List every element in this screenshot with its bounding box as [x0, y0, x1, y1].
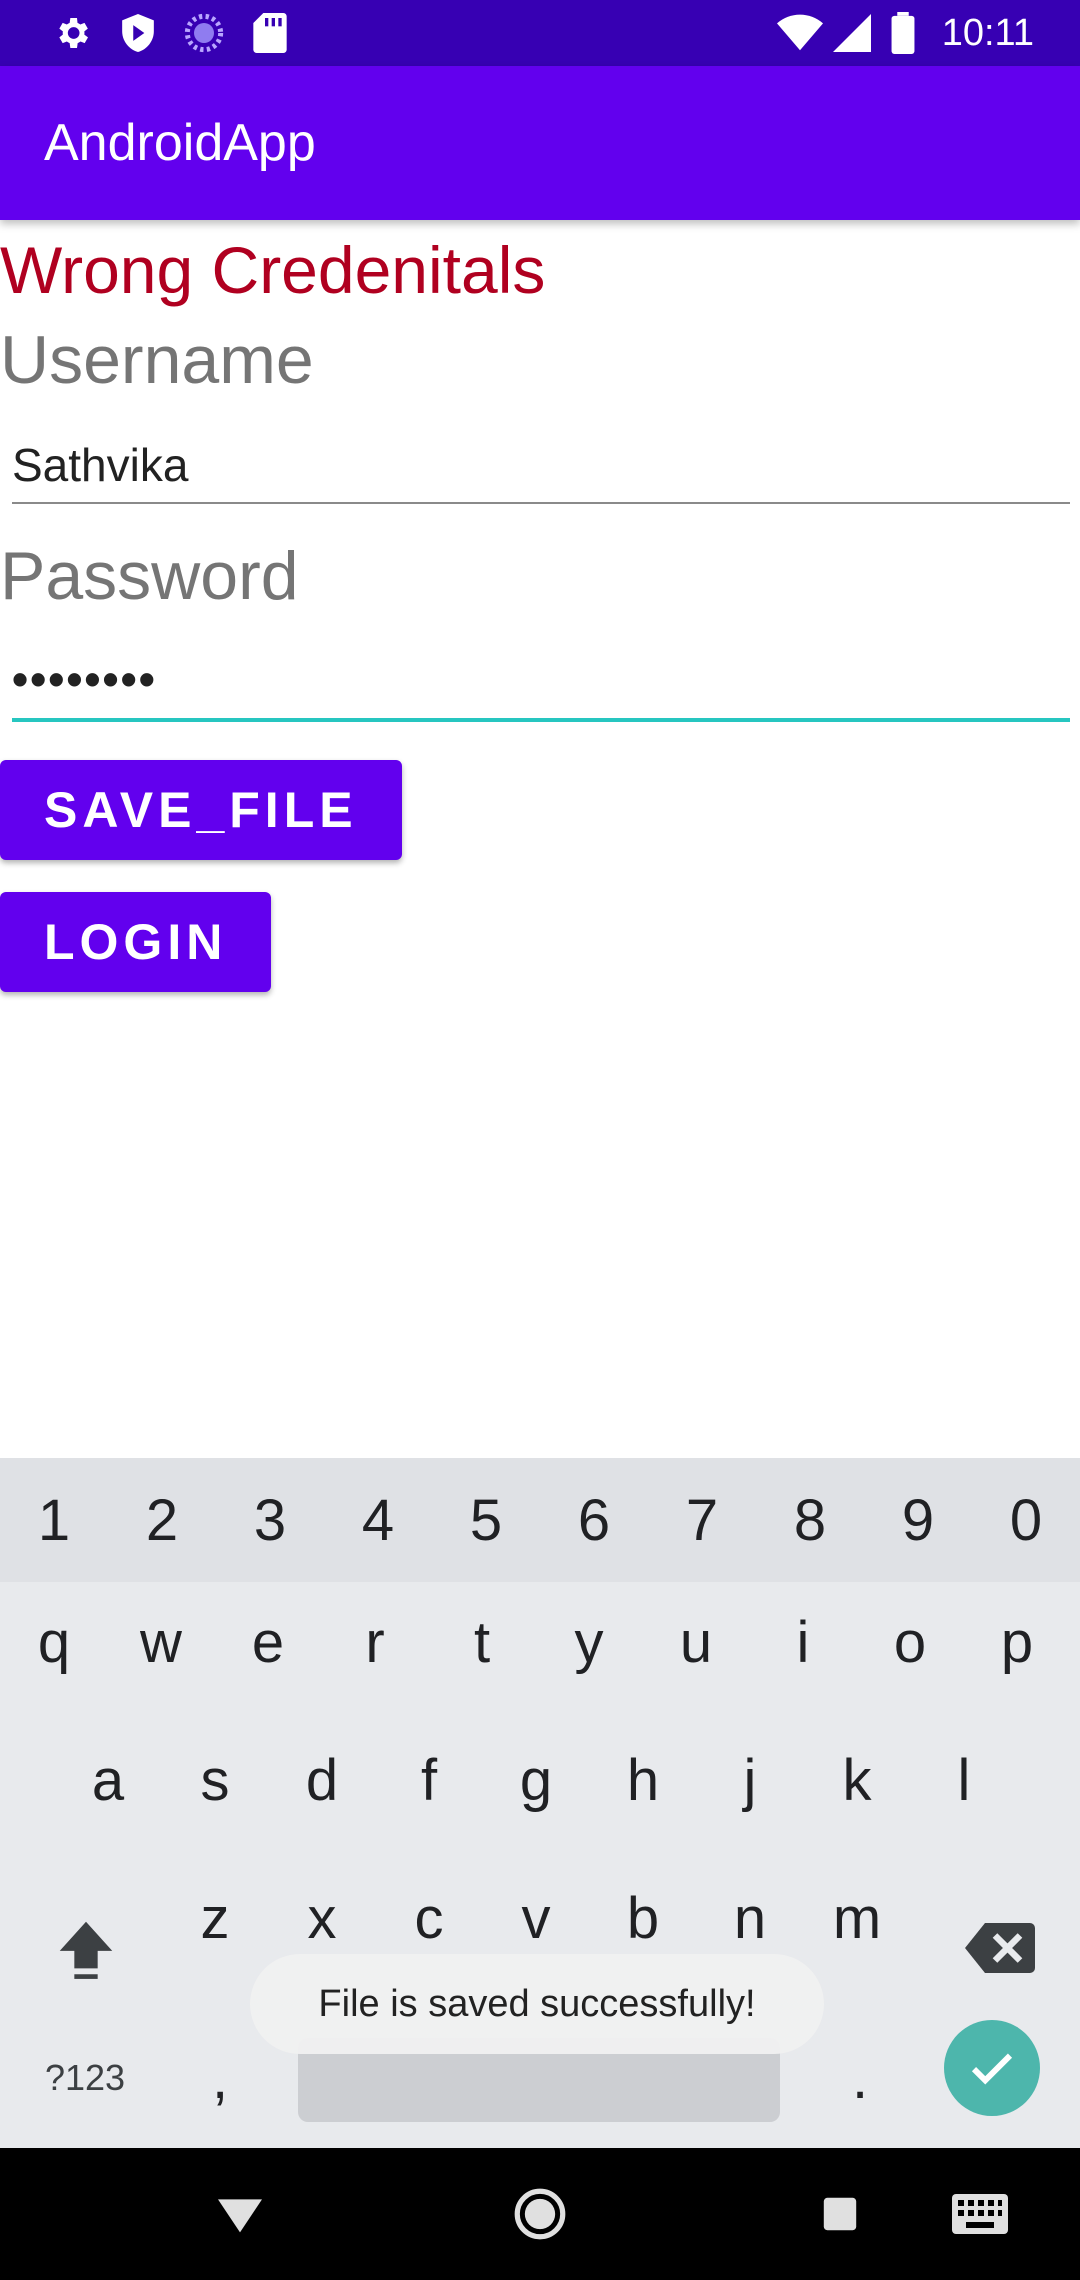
number-row: 1234567890	[0, 1458, 1080, 1582]
key-z[interactable]: z	[165, 1858, 265, 1978]
key-p[interactable]: p	[967, 1582, 1067, 1702]
key-3[interactable]: 3	[216, 1458, 324, 1582]
key-8[interactable]: 8	[756, 1458, 864, 1582]
key-y[interactable]: y	[539, 1582, 639, 1702]
key-t[interactable]: t	[432, 1582, 532, 1702]
key-9[interactable]: 9	[864, 1458, 972, 1582]
key-d[interactable]: d	[272, 1720, 372, 1840]
error-message: Wrong Credenitals	[0, 233, 546, 307]
key-f[interactable]: f	[379, 1720, 479, 1840]
password-label: Password	[0, 538, 299, 614]
key-u[interactable]: u	[646, 1582, 746, 1702]
password-input[interactable]	[12, 634, 1070, 724]
key-s[interactable]: s	[165, 1720, 265, 1840]
key-m[interactable]: m	[807, 1858, 907, 1978]
toast-message: File is saved successfully!	[318, 1982, 756, 2025]
key-l[interactable]: l	[914, 1720, 1014, 1840]
status-bar: 10:11	[0, 0, 1080, 66]
key-e[interactable]: e	[218, 1582, 318, 1702]
app-title: AndroidApp	[44, 114, 316, 172]
key-j[interactable]: j	[700, 1720, 800, 1840]
key-r[interactable]: r	[325, 1582, 425, 1702]
key-i[interactable]: i	[753, 1582, 853, 1702]
comma-key[interactable]: ,	[180, 2018, 260, 2138]
save-file-button[interactable]: SAVE_FILE	[0, 760, 402, 860]
symbols-key[interactable]: ?123	[20, 2018, 150, 2138]
key-5[interactable]: 5	[432, 1458, 540, 1582]
status-time: 10:11	[941, 12, 1034, 54]
username-input[interactable]	[12, 420, 1070, 510]
username-underline	[12, 502, 1070, 504]
key-1[interactable]: 1	[0, 1458, 108, 1582]
signal-icon	[832, 0, 872, 66]
toast: File is saved successfully!	[250, 1954, 824, 2054]
key-g[interactable]: g	[486, 1720, 586, 1840]
password-underline-focused	[12, 718, 1070, 722]
login-button[interactable]: LOGIN	[0, 892, 272, 992]
wifi-icon	[776, 0, 824, 66]
key-k[interactable]: k	[807, 1720, 907, 1840]
shift-key[interactable]	[36, 1888, 136, 2008]
keyboard-switch-icon[interactable]	[950, 2148, 1010, 2280]
key-o[interactable]: o	[860, 1582, 960, 1702]
sync-icon	[180, 0, 228, 66]
enter-key[interactable]	[944, 2020, 1040, 2116]
key-7[interactable]: 7	[648, 1458, 756, 1582]
back-icon[interactable]	[210, 2148, 270, 2280]
key-q[interactable]: q	[4, 1582, 104, 1702]
backspace-key[interactable]	[950, 1888, 1050, 2008]
battery-icon	[888, 0, 918, 66]
username-label: Username	[0, 322, 314, 398]
key-6[interactable]: 6	[540, 1458, 648, 1582]
key-w[interactable]: w	[111, 1582, 211, 1702]
navigation-bar	[0, 2148, 1080, 2280]
checkmark-icon	[971, 2053, 1013, 2085]
key-0[interactable]: 0	[972, 1458, 1080, 1582]
period-key[interactable]: .	[820, 2018, 900, 2138]
key-a[interactable]: a	[58, 1720, 158, 1840]
key-2[interactable]: 2	[108, 1458, 216, 1582]
key-h[interactable]: h	[593, 1720, 693, 1840]
home-icon[interactable]	[510, 2148, 570, 2280]
app-bar: AndroidApp	[0, 66, 1080, 220]
key-4[interactable]: 4	[324, 1458, 432, 1582]
recents-icon[interactable]	[810, 2148, 870, 2280]
sd-card-icon	[246, 0, 294, 66]
shield-icon	[114, 0, 162, 66]
gear-icon	[48, 0, 96, 66]
